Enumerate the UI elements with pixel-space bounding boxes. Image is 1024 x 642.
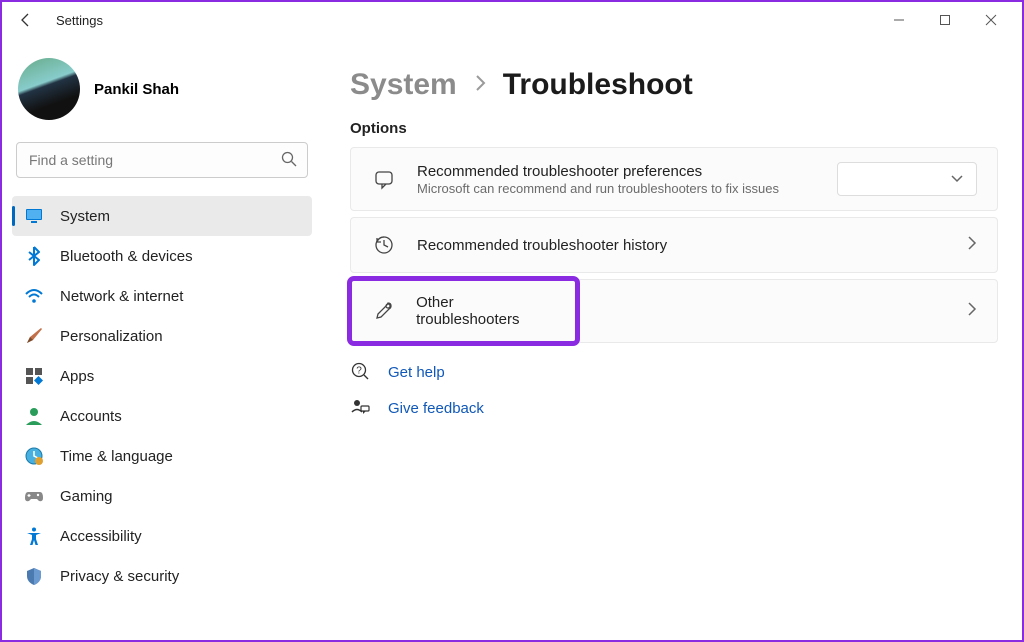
sidebar-item-label: Privacy & security [60,568,179,585]
sidebar-item-label: Network & internet [60,288,183,305]
card-text: Recommended troubleshooter preferencesMi… [417,163,779,196]
sidebar-item-network-internet[interactable]: Network & internet [12,276,312,316]
minimize-button[interactable] [876,5,922,35]
profile-section[interactable]: Pankil Shah [12,52,312,138]
brush-icon [24,326,44,346]
person-icon [24,406,44,426]
profile-name: Pankil Shah [94,81,179,98]
page-title: Troubleshoot [503,68,693,102]
card-icon [371,232,397,258]
options-header: Options [350,120,998,137]
help-links: ? Get help Give feedback [350,361,998,419]
get-help-row[interactable]: ? Get help [350,361,998,383]
avatar [18,58,80,120]
sidebar-item-label: Time & language [60,448,173,465]
option-card-recommended-troubleshooter-preferences[interactable]: Recommended troubleshooter preferencesMi… [350,147,998,211]
close-icon [985,14,997,26]
breadcrumb: System Troubleshoot [350,68,998,102]
bluetooth-icon [24,246,44,266]
maximize-icon [939,14,951,26]
sidebar-item-apps[interactable]: Apps [12,356,312,396]
sidebar: Pankil Shah System Bluetooth & devices Net… [2,38,322,640]
svg-text:?: ? [356,366,362,377]
sidebar-item-label: System [60,208,110,225]
card-title: Recommended troubleshooter preferences [417,163,779,180]
search-box [16,142,308,178]
sidebar-item-gaming[interactable]: Gaming [12,476,312,516]
option-card-other-troubleshooters-row[interactable]: Other troubleshooters [350,279,998,343]
option-card-recommended-troubleshooter-history[interactable]: Recommended troubleshooter history [350,217,998,273]
arrow-left-icon [18,12,34,28]
chevron-right-icon [473,73,487,98]
titlebar: Settings [2,2,1022,38]
sidebar-item-accessibility[interactable]: Accessibility [12,516,312,556]
sidebar-item-label: Bluetooth & devices [60,248,193,265]
give-feedback-row[interactable]: Give feedback [350,397,998,419]
sidebar-item-accounts[interactable]: Accounts [12,396,312,436]
give-feedback-link[interactable]: Give feedback [388,400,484,417]
accessibility-icon [24,526,44,546]
window-controls [876,5,1014,35]
card-title: Other troubleshooters [416,294,556,328]
sidebar-item-label: Personalization [60,328,163,345]
sidebar-item-personalization[interactable]: Personalization [12,316,312,356]
preferences-dropdown[interactable] [837,162,977,196]
sidebar-item-privacy-security[interactable]: Privacy & security [12,556,312,596]
back-button[interactable] [10,4,42,36]
sidebar-item-system[interactable]: System [12,196,312,236]
card-text: Other troubleshooters [416,294,556,328]
card-icon [371,166,397,192]
content-area: Pankil Shah System Bluetooth & devices Net… [2,38,1022,640]
help-icon: ? [350,361,372,383]
breadcrumb-parent[interactable]: System [350,68,457,102]
apps-icon [24,366,44,386]
card-icon [371,298,396,324]
card-subtitle: Microsoft can recommend and run troubles… [417,181,779,196]
chevron-right-icon [967,301,977,322]
shield-icon [24,566,44,586]
card-title: Recommended troubleshooter history [417,237,667,254]
gamepad-icon [24,486,44,506]
clock-icon [24,446,44,466]
sidebar-item-label: Accessibility [60,528,142,545]
card-text: Recommended troubleshooter history [417,237,667,254]
main-panel: System Troubleshoot Options Recommended … [322,38,1022,640]
sidebar-item-label: Accounts [60,408,122,425]
wifi-icon [24,286,44,306]
feedback-icon [350,397,372,419]
monitor-icon [24,206,44,226]
chevron-right-icon [967,235,977,256]
sidebar-item-time-language[interactable]: Time & language [12,436,312,476]
window-title: Settings [56,13,103,28]
minimize-icon [893,14,905,26]
search-icon [280,150,298,173]
close-button[interactable] [968,5,1014,35]
option-card-other-troubleshooters[interactable]: Other troubleshooters [351,280,576,342]
sidebar-item-label: Gaming [60,488,113,505]
get-help-link[interactable]: Get help [388,364,445,381]
chevron-down-icon [950,170,964,188]
sidebar-item-bluetooth-devices[interactable]: Bluetooth & devices [12,236,312,276]
search-input[interactable] [16,142,308,178]
maximize-button[interactable] [922,5,968,35]
sidebar-item-label: Apps [60,368,94,385]
